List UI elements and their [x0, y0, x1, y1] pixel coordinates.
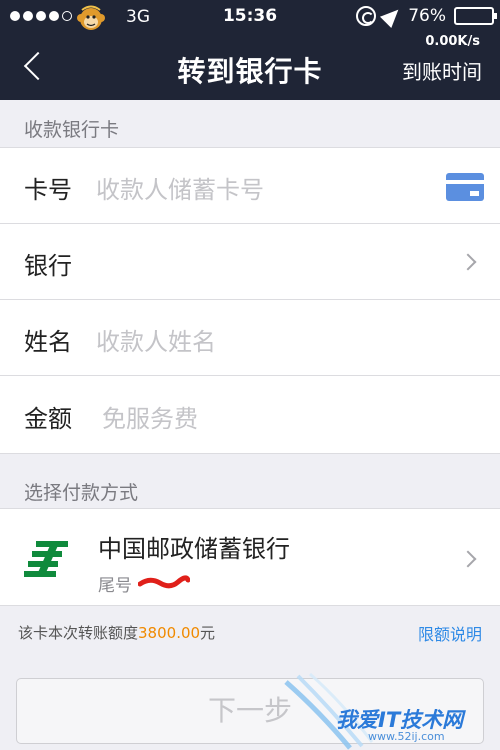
- transfer-limit-text: 该卡本次转账额度3800.00元: [18, 622, 215, 643]
- battery-percent: 76%: [408, 6, 446, 26]
- redaction-scribble: [138, 575, 190, 589]
- chevron-right-icon: [459, 253, 477, 271]
- battery-icon: [454, 7, 497, 25]
- amount-row[interactable]: 金额 免服务费: [0, 377, 500, 453]
- limit-explanation-link[interactable]: 限额说明: [418, 621, 482, 645]
- amount-input[interactable]: 免服务费: [102, 399, 198, 434]
- credit-card-icon[interactable]: [446, 173, 484, 201]
- payment-section-label: 选择付款方式: [24, 482, 139, 504]
- navigation-bar: 转到银行卡 0.00K/s 到账时间: [0, 34, 500, 100]
- amount-label: 金额: [24, 405, 72, 433]
- payment-method-row[interactable]: 中国邮政储蓄银行 尾号: [0, 508, 500, 606]
- rotation-lock-icon: [356, 6, 377, 26]
- status-bar: 3G 15:36 76%: [0, 0, 500, 36]
- name-label: 姓名: [24, 328, 72, 356]
- watermark-url: www.52ij.com: [368, 730, 445, 743]
- card-number-row[interactable]: 卡号 收款人储蓄卡号: [0, 148, 500, 224]
- limit-prefix: 该卡本次转账额度: [18, 624, 139, 642]
- name-input[interactable]: 收款人姓名: [96, 322, 216, 357]
- card-number-input[interactable]: 收款人储蓄卡号: [96, 170, 264, 205]
- receiver-section-label: 收款银行卡: [24, 119, 120, 141]
- arrival-time-button[interactable]: 到账时间: [402, 56, 482, 85]
- card-number-label: 卡号: [24, 176, 72, 204]
- receiver-form: 卡号 收款人储蓄卡号 银行 姓名 收款人姓名 金额 免服务费: [0, 147, 500, 454]
- chevron-right-icon: [459, 550, 477, 568]
- limit-amount: 3800.00: [138, 624, 201, 642]
- bank-label: 银行: [24, 252, 72, 280]
- name-row[interactable]: 姓名 收款人姓名: [0, 300, 500, 376]
- bank-select-row[interactable]: 银行: [0, 224, 500, 300]
- location-arrow-icon: [380, 3, 405, 29]
- postal-bank-logo-icon: [24, 541, 68, 577]
- network-speed: 0.00K/s: [425, 34, 480, 49]
- limit-suffix: 元: [200, 624, 216, 642]
- card-tail-label: 尾号: [98, 576, 132, 596]
- payment-bank-name: 中国邮政储蓄银行: [98, 535, 290, 563]
